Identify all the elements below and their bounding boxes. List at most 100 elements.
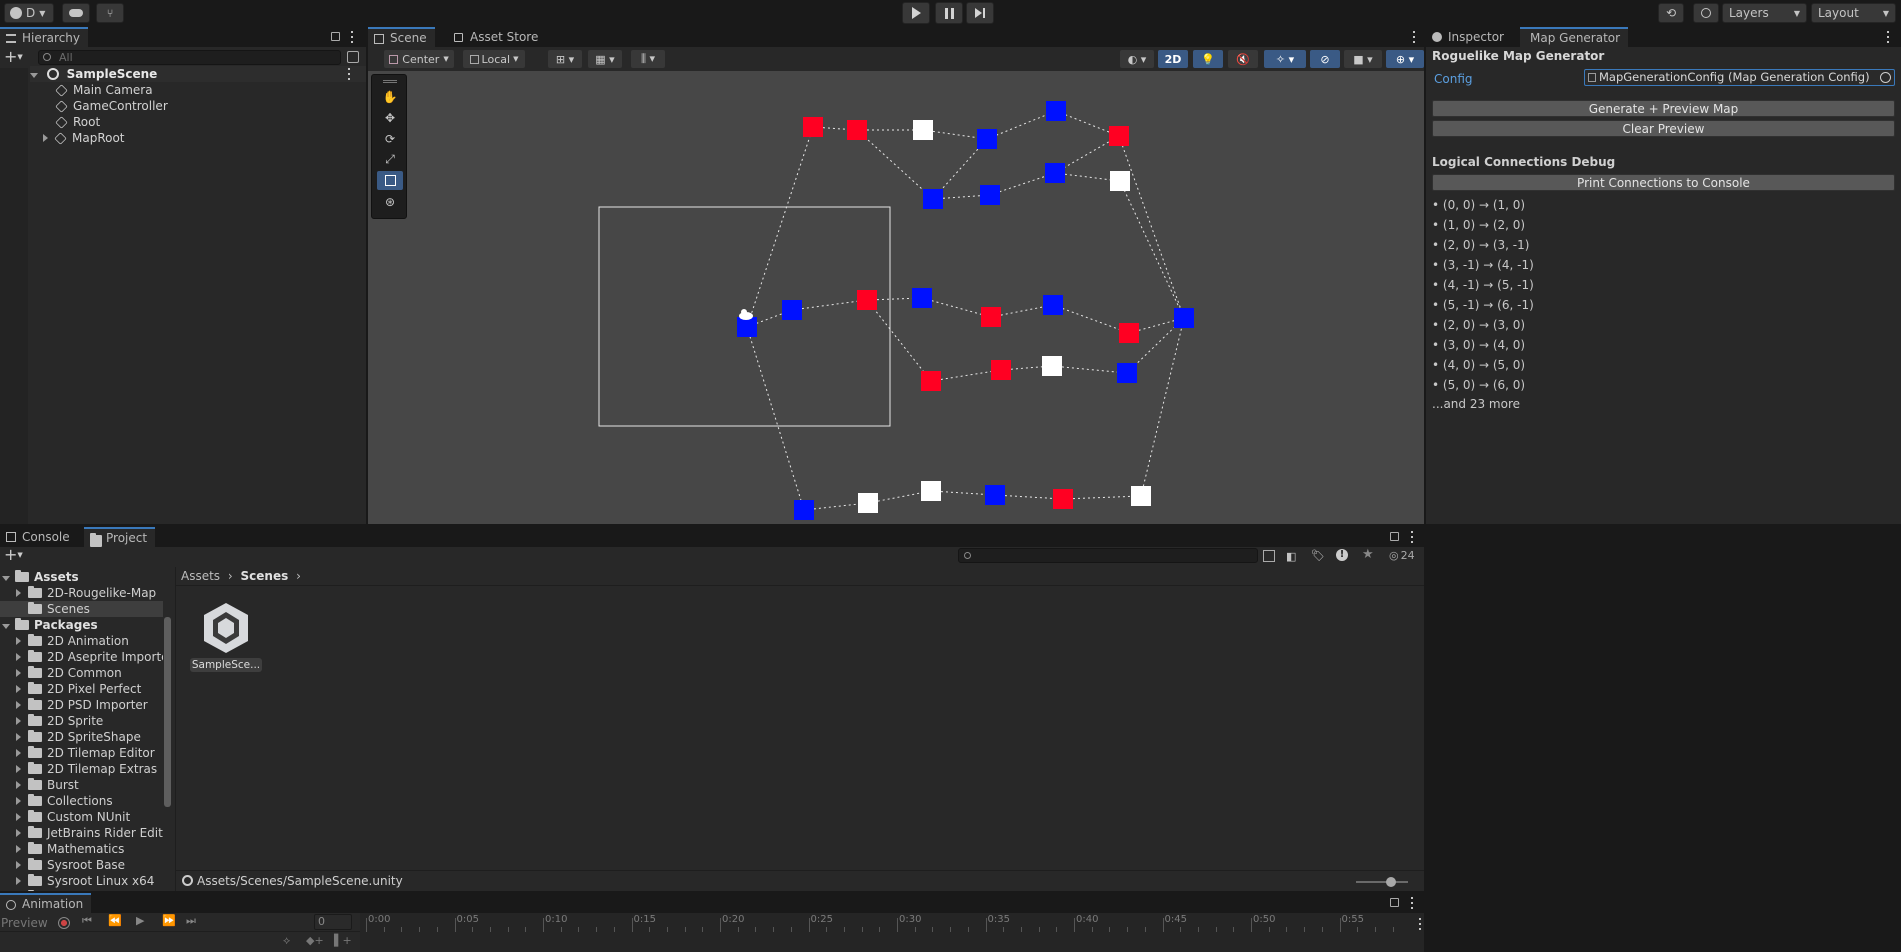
map-node-red[interactable] xyxy=(1109,126,1129,146)
hierarchy-menu-icon[interactable] xyxy=(350,31,354,43)
palette-drag-handle[interactable] xyxy=(383,80,397,83)
package-folder[interactable]: 2D Aseprite Importer xyxy=(16,649,163,665)
map-node-red[interactable] xyxy=(847,120,867,140)
search-by-type-icon[interactable] xyxy=(1263,550,1275,562)
generate-preview-button[interactable]: Generate + Preview Map xyxy=(1432,100,1895,117)
map-node-blue[interactable] xyxy=(912,288,932,308)
map-node-blue[interactable] xyxy=(977,129,997,149)
add-event-icon[interactable]: ▌+ xyxy=(334,934,352,947)
search-options-icon[interactable] xyxy=(347,51,359,63)
map-node-blue[interactable] xyxy=(737,317,757,337)
draw-mode-dropdown[interactable]: ◐ ▾ xyxy=(1120,50,1154,68)
add-keyframe-icon[interactable]: ◆+ xyxy=(306,934,324,947)
create-asset-button[interactable]: +▼ xyxy=(4,547,23,563)
effects-dropdown[interactable]: ✧ ▾ xyxy=(1264,50,1306,68)
search-button[interactable] xyxy=(1693,3,1719,23)
map-node-white[interactable] xyxy=(913,120,933,140)
filter-type-icon[interactable]: ◧ xyxy=(1286,550,1296,563)
layout-dropdown[interactable]: Layout ▼ xyxy=(1811,3,1896,23)
favorites-star-icon[interactable]: ★ xyxy=(1362,547,1374,562)
record-icon[interactable] xyxy=(58,917,70,929)
breadcrumb-scenes[interactable]: Scenes xyxy=(241,569,289,583)
map-node-white[interactable] xyxy=(1110,171,1130,191)
folder-scenes[interactable]: Scenes xyxy=(0,601,163,617)
version-control-button[interactable]: ⑂ xyxy=(96,3,124,23)
scale-tool-button[interactable]: ⤢ xyxy=(377,150,403,169)
clear-preview-button[interactable]: Clear Preview xyxy=(1432,120,1895,137)
map-node-white[interactable] xyxy=(858,493,878,513)
icon-size-slider-thumb[interactable] xyxy=(1386,877,1396,887)
breadcrumb-assets[interactable]: Assets xyxy=(181,569,220,583)
package-folder[interactable]: Custom NUnit xyxy=(16,809,163,825)
map-node-blue[interactable] xyxy=(1174,308,1194,328)
next-keyframe-icon[interactable]: ⏩ xyxy=(162,914,176,927)
tree-scrollbar-thumb[interactable] xyxy=(164,617,171,807)
package-folder[interactable]: 2D Sprite xyxy=(16,713,163,729)
hierarchy-item-main-camera[interactable]: Main Camera xyxy=(55,82,153,98)
first-keyframe-icon[interactable]: ⏮ xyxy=(82,914,92,928)
config-object-field[interactable]: MapGenerationConfig (Map Generation Conf… xyxy=(1584,69,1895,86)
grid-visibility-button[interactable]: ▦ ▾ xyxy=(588,50,622,68)
preview-toggle[interactable]: Preview xyxy=(1,916,48,930)
lighting-toggle[interactable]: 💡 xyxy=(1193,50,1223,68)
object-picker-icon[interactable] xyxy=(1880,72,1891,83)
move-tool-button[interactable]: ✥ xyxy=(377,108,403,127)
hierarchy-item-root[interactable]: Root xyxy=(55,114,100,130)
layers-dropdown[interactable]: Layers ▼ xyxy=(1722,3,1807,23)
assets-folder[interactable]: Assets xyxy=(2,569,79,585)
lock-icon[interactable] xyxy=(1390,532,1399,541)
tab-hierarchy[interactable]: Hierarchy xyxy=(0,27,89,47)
inspector-menu-icon[interactable] xyxy=(1886,31,1890,43)
package-folder[interactable]: 2D SpriteShape xyxy=(16,729,163,745)
package-folder[interactable]: Sysroot Base xyxy=(16,857,163,873)
map-node-blue[interactable] xyxy=(794,500,814,520)
lock-icon[interactable] xyxy=(331,32,340,41)
tab-console[interactable]: Console xyxy=(0,527,78,547)
warning-filter-icon[interactable]: ! xyxy=(1336,549,1348,561)
tab-map-generator[interactable]: Map Generator xyxy=(1520,27,1629,47)
folder-2d-rougelike-map[interactable]: 2D-Rougelike-Map xyxy=(16,585,156,601)
audio-toggle[interactable]: 🔇 xyxy=(1228,50,1258,68)
project-search-field[interactable] xyxy=(958,548,1258,563)
scene-menu-icon[interactable] xyxy=(1412,31,1416,43)
step-button[interactable] xyxy=(966,2,994,24)
map-node-red[interactable] xyxy=(991,360,1011,380)
add-object-button[interactable]: +▼ xyxy=(4,49,26,66)
play-icon[interactable]: ▶ xyxy=(136,914,144,927)
increment-snap-button[interactable]: ⫼ ▾ xyxy=(631,50,665,68)
package-folder[interactable]: Collections xyxy=(16,793,163,809)
rect-tool-button[interactable] xyxy=(377,171,403,190)
hierarchy-item-maproot[interactable]: MapRoot xyxy=(43,130,125,146)
package-folder[interactable]: 2D Tilemap Extras xyxy=(16,761,163,777)
package-folder[interactable]: JetBrains Rider Editor xyxy=(16,825,163,841)
map-node-blue[interactable] xyxy=(1117,363,1137,383)
map-node-red[interactable] xyxy=(857,290,877,310)
tab-project[interactable]: Project xyxy=(84,527,156,547)
play-button[interactable] xyxy=(902,2,930,24)
scene-menu-icon[interactable] xyxy=(347,68,351,80)
tab-asset-store[interactable]: Asset Store xyxy=(448,27,546,47)
map-node-blue[interactable] xyxy=(985,485,1005,505)
print-connections-button[interactable]: Print Connections to Console xyxy=(1432,174,1895,191)
animation-menu-icon[interactable] xyxy=(1410,897,1414,909)
package-folder[interactable]: Sysroot Linux x64 xyxy=(16,873,163,889)
tree-scrollbar[interactable] xyxy=(163,597,172,887)
map-node-white[interactable] xyxy=(1042,356,1062,376)
map-node-red[interactable] xyxy=(921,371,941,391)
package-folder[interactable]: Mathematics xyxy=(16,841,163,857)
package-folder[interactable]: 2D Animation xyxy=(16,633,163,649)
package-folder[interactable]: 2D PSD Importer xyxy=(16,697,163,713)
map-node-blue[interactable] xyxy=(1043,295,1063,315)
previous-keyframe-icon[interactable]: ⏪ xyxy=(108,914,122,927)
package-folder[interactable]: Burst xyxy=(16,777,163,793)
hierarchy-item-gamecontroller[interactable]: GameController xyxy=(55,98,168,114)
scene-row[interactable]: SampleScene xyxy=(30,66,366,82)
hidden-packages-toggle[interactable]: ◎ 24 xyxy=(1389,549,1415,562)
map-node-blue[interactable] xyxy=(923,189,943,209)
project-menu-icon[interactable] xyxy=(1410,531,1414,543)
map-node-red[interactable] xyxy=(1119,323,1139,343)
package-folder[interactable]: 2D Common xyxy=(16,665,163,681)
account-dropdown[interactable]: D ▼ xyxy=(4,3,54,23)
pivot-mode-dropdown[interactable]: Center ▼ xyxy=(384,50,454,68)
map-node-white[interactable] xyxy=(921,481,941,501)
